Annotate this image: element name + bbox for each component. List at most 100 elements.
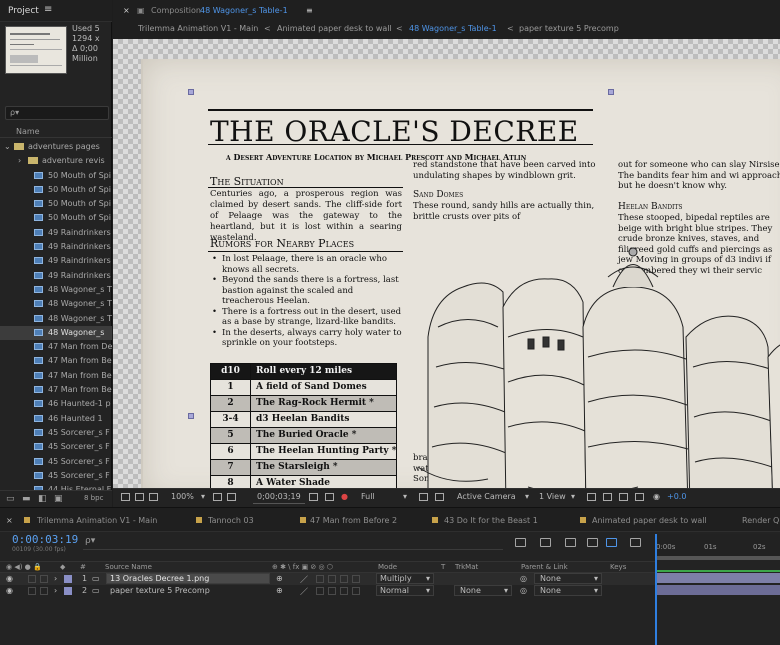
- close-icon[interactable]: ×: [123, 6, 130, 15]
- fx-switch[interactable]: [316, 587, 324, 595]
- adjustment-switch[interactable]: [352, 575, 360, 583]
- timeline-tab-main[interactable]: Trilemma Animation V1 - Main: [37, 516, 157, 525]
- reset-exposure-icon[interactable]: ◉: [653, 492, 660, 501]
- trkmat-dropdown-icon[interactable]: ▾: [504, 586, 508, 595]
- camera-dropdown-icon[interactable]: ▾: [525, 492, 529, 501]
- timeline-tab-render-queue[interactable]: Render Qu: [742, 516, 780, 525]
- parent-dropdown-icon[interactable]: ▾: [594, 574, 598, 583]
- snapshot-icon[interactable]: [135, 493, 144, 501]
- layer-row[interactable]: ◉ › 1 ▭ 13 Oracles Decree 1.png ⊕ ／ Mult…: [0, 573, 655, 585]
- project-folder-item[interactable]: › adventure revis: [0, 154, 112, 168]
- bpc-label[interactable]: 8 bpc: [84, 494, 103, 502]
- transparency-grid-icon[interactable]: [227, 493, 236, 501]
- keys-column-label[interactable]: Keys: [610, 563, 626, 571]
- breadcrumb-main[interactable]: Trilemma Animation V1 - Main: [138, 24, 258, 33]
- project-comp-item[interactable]: 50 Mouth of Spi: [0, 169, 112, 183]
- timeline-current-time[interactable]: 0:00:03:19: [12, 533, 78, 546]
- project-comp-item[interactable]: 50 Mouth of Spi: [0, 211, 112, 225]
- collapse-switch-icon[interactable]: ⊕: [276, 574, 283, 583]
- mode-value[interactable]: Normal: [380, 586, 409, 595]
- solo-switch[interactable]: [28, 575, 36, 583]
- show-snapshot-icon[interactable]: [325, 493, 334, 501]
- project-comp-item[interactable]: 46 Haunted 1: [0, 412, 112, 426]
- parent-link-column-label[interactable]: Parent & Link: [521, 563, 568, 571]
- frame-blend-switch[interactable]: [328, 575, 336, 583]
- project-folder-item[interactable]: ⌄ adventures pages: [0, 140, 112, 154]
- project-comp-item[interactable]: 48 Wagoner_s T: [0, 283, 112, 297]
- frame-blend-switch[interactable]: [328, 587, 336, 595]
- quality-switch-icon[interactable]: ／: [300, 586, 308, 597]
- always-preview-icon[interactable]: [121, 493, 130, 501]
- composition-tab-name[interactable]: 48 Wagoner_s Table-1: [200, 6, 288, 15]
- quality-switch-icon[interactable]: ／: [300, 574, 308, 585]
- zoom-dropdown-icon[interactable]: ▾: [201, 492, 205, 501]
- project-comp-item[interactable]: 48 Wagoner_s T: [0, 312, 112, 326]
- fast-preview-icon[interactable]: [603, 493, 612, 501]
- grid-icon[interactable]: [213, 493, 222, 501]
- trkmat-column-label[interactable]: TrkMat: [455, 563, 478, 571]
- timeline-tab-paper-desk[interactable]: Animated paper desk to wall: [592, 516, 707, 525]
- project-panel-title[interactable]: Project: [8, 6, 39, 16]
- mode-dropdown-icon[interactable]: ▾: [426, 586, 430, 595]
- layer-row[interactable]: ◉ › 2 ▭ paper texture 5 Precomp ⊕ ／ Norm…: [0, 585, 655, 597]
- transform-handle[interactable]: [188, 413, 194, 419]
- timeline-tab-man-from-before[interactable]: 47 Man from Before 2: [310, 516, 397, 525]
- camera-select[interactable]: Active Camera: [457, 492, 516, 501]
- expand-chevron-icon[interactable]: ›: [54, 586, 57, 595]
- project-comp-item[interactable]: 45 Sorcerer_s F: [0, 426, 112, 440]
- pickwhip-icon[interactable]: ◎: [520, 574, 527, 583]
- trkmat-value[interactable]: None: [460, 586, 481, 595]
- work-area-bar[interactable]: [657, 556, 780, 560]
- view-dropdown-icon[interactable]: ▾: [571, 492, 575, 501]
- project-comp-item[interactable]: 47 Man from Be: [0, 383, 112, 397]
- new-comp-icon[interactable]: ◧: [38, 494, 47, 504]
- project-comp-item[interactable]: 50 Mouth of Spi: [0, 183, 112, 197]
- project-comp-item[interactable]: 49 Raindrinkers: [0, 240, 112, 254]
- parent-value[interactable]: None: [540, 574, 561, 583]
- zoom-select[interactable]: 100%: [171, 492, 194, 501]
- project-comp-item[interactable]: 50 Mouth of Spi: [0, 197, 112, 211]
- project-comp-item[interactable]: 47 Man from De: [0, 340, 112, 354]
- project-comp-item[interactable]: 45 Sorcerer_s F: [0, 469, 112, 483]
- motion-blur-switch[interactable]: [340, 587, 348, 595]
- transform-handle[interactable]: [188, 89, 194, 95]
- timeline-tab-do-it-for-beast[interactable]: 43 Do It for the Beast 1: [444, 516, 538, 525]
- chevron-right-icon[interactable]: ›: [18, 156, 21, 165]
- channel-icon[interactable]: ●: [341, 492, 348, 501]
- project-comp-item[interactable]: 49 Raindrinkers: [0, 269, 112, 283]
- mask-visibility-icon[interactable]: [149, 493, 158, 501]
- adjustment-switch[interactable]: [352, 587, 360, 595]
- composition-tab-prefix[interactable]: Composition: [151, 6, 201, 15]
- composition-canvas[interactable]: THE ORACLE'S DECREE a Desert Adventure L…: [113, 39, 780, 488]
- source-name-column-label[interactable]: Source Name: [105, 563, 152, 571]
- eye-icon[interactable]: ◉: [6, 586, 13, 595]
- project-comp-item[interactable]: 45 Sorcerer_s F: [0, 455, 112, 469]
- label-color-swatch[interactable]: [64, 587, 72, 595]
- project-comp-item[interactable]: 47 Man from Be: [0, 354, 112, 368]
- camera-icon[interactable]: [309, 493, 318, 501]
- label-color-swatch[interactable]: [64, 575, 72, 583]
- breadcrumb-current[interactable]: 48 Wagoner_s Table-1: [409, 24, 497, 33]
- chevron-down-icon[interactable]: ⌄: [4, 142, 11, 151]
- timeline-search-input[interactable]: ρ▾: [83, 536, 503, 550]
- av-features-icon[interactable]: ◉ ◀) ● 🔒: [6, 563, 42, 571]
- mode-column-label[interactable]: Mode: [378, 563, 397, 571]
- breadcrumb-paper-texture[interactable]: paper texture 5 Precomp: [519, 24, 619, 33]
- project-comp-item[interactable]: 48 Wagoner_s T: [0, 297, 112, 311]
- mode-value[interactable]: Multiply: [380, 574, 412, 583]
- eye-icon[interactable]: ◉: [6, 574, 13, 583]
- project-comp-item[interactable]: 49 Raindrinkers: [0, 254, 112, 268]
- close-icon[interactable]: ×: [6, 516, 13, 525]
- fx-switch[interactable]: [316, 575, 324, 583]
- toggle-transparency-icon[interactable]: [435, 493, 444, 501]
- current-time-indicator[interactable]: [655, 534, 657, 645]
- layer-duration-bar[interactable]: [657, 585, 780, 595]
- draft-3d-icon[interactable]: [540, 538, 551, 547]
- project-column-header[interactable]: Name: [0, 126, 112, 138]
- lock-switch[interactable]: [40, 575, 48, 583]
- comp-mini-flowchart-icon[interactable]: [515, 538, 526, 547]
- project-comp-item[interactable]: 45 Sorcerer_s F: [0, 440, 112, 454]
- pickwhip-icon[interactable]: ◎: [520, 586, 527, 595]
- project-search-input[interactable]: ρ▾: [5, 106, 109, 120]
- label-column-icon[interactable]: ◆: [60, 563, 65, 571]
